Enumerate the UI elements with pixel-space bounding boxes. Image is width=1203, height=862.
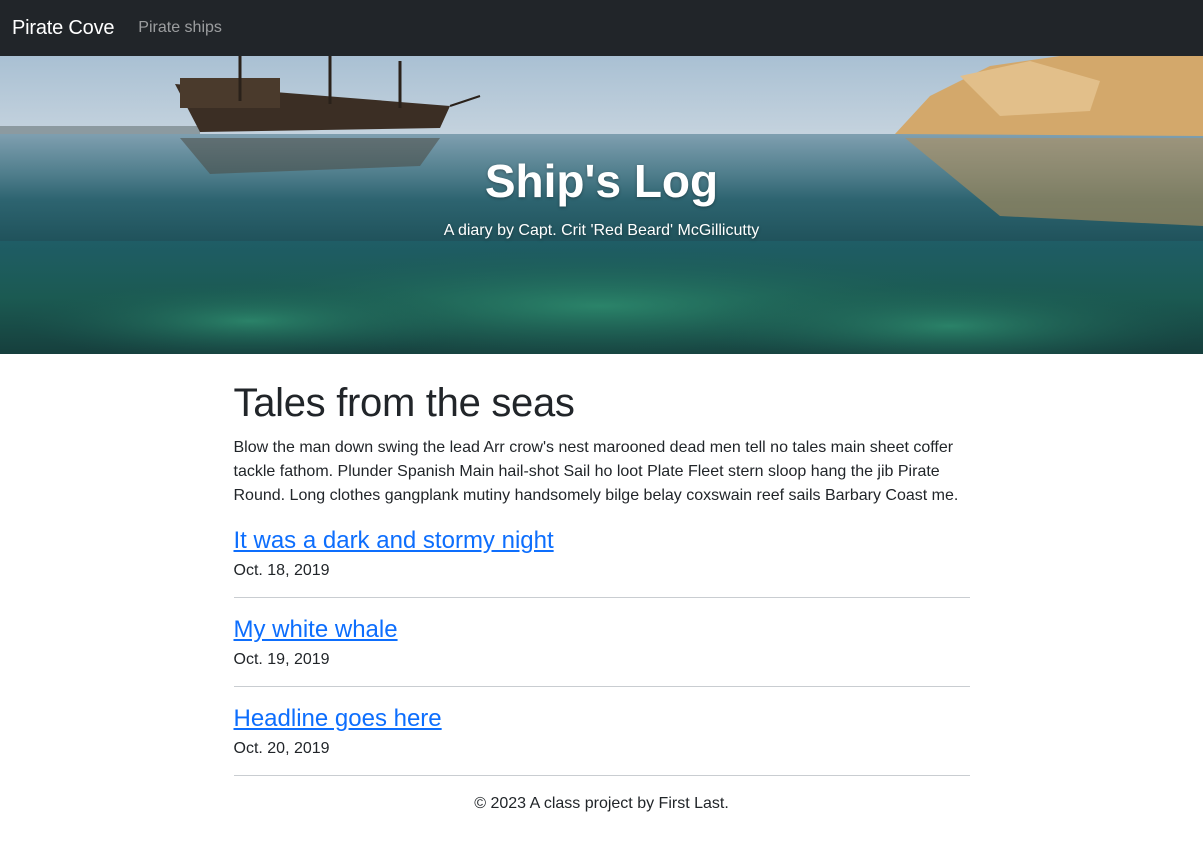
post-title-link[interactable]: Headline goes here (234, 704, 442, 734)
hero-banner: Ship's Log A diary by Capt. Crit 'Red Be… (0, 56, 1203, 354)
post-title-link[interactable]: My white whale (234, 615, 398, 645)
intro-paragraph: Blow the man down swing the lead Arr cro… (233, 439, 959, 504)
post-date: Oct. 19, 2019 (233, 651, 330, 668)
nav-link-pirate-ships[interactable]: Pirate ships (138, 19, 222, 37)
post-date: Oct. 20, 2019 (233, 740, 330, 757)
hero-subtitle: A diary by Capt. Crit 'Red Beard' McGill… (443, 222, 760, 239)
hero-title: Ship's Log (484, 155, 719, 207)
navbar: Pirate Cove Pirate ships (0, 0, 1203, 56)
hero-text: Ship's Log A diary by Capt. Crit 'Red Be… (0, 152, 1203, 240)
footer: © 2023 A class project by First Last. (474, 795, 729, 812)
post-title-link[interactable]: It was a dark and stormy night (234, 526, 554, 556)
post-item: My white whale Oct. 19, 2019 (233, 615, 970, 687)
post-item: Headline goes here Oct. 20, 2019 (233, 704, 970, 776)
post-item: It was a dark and stormy night Oct. 18, … (233, 526, 970, 598)
post-date: Oct. 18, 2019 (233, 562, 330, 579)
brand-link[interactable]: Pirate Cove (12, 17, 114, 40)
section-heading: Tales from the seas (233, 381, 575, 425)
main-content: Tales from the seas Blow the man down sw… (233, 354, 970, 813)
